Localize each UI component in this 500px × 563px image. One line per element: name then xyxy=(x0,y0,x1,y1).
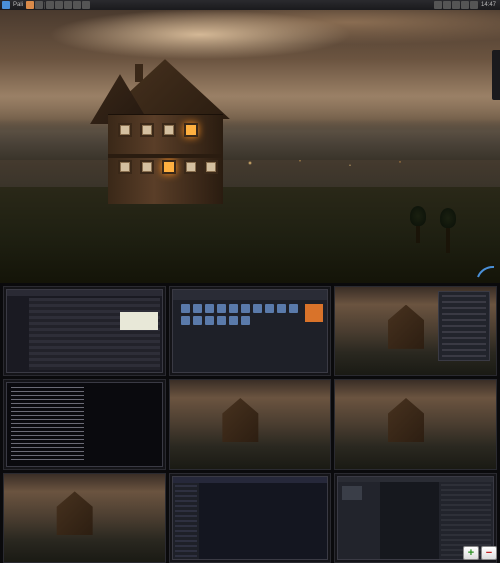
tray-chat-icon[interactable] xyxy=(461,1,469,9)
folder-icon xyxy=(205,304,214,313)
editor-left-panel xyxy=(338,482,380,559)
folder-icon xyxy=(193,316,202,325)
wallpaper-tree xyxy=(416,221,420,243)
workspace-3[interactable] xyxy=(334,286,497,376)
workspace-2[interactable] xyxy=(169,286,332,376)
folder-icon xyxy=(205,316,214,325)
lock-icon[interactable] xyxy=(35,1,43,9)
folder-icon xyxy=(253,304,262,313)
wallpaper-tree xyxy=(446,223,450,253)
ide-editor xyxy=(199,483,328,559)
clock[interactable]: 14:47 xyxy=(479,2,498,8)
browser-tabbar xyxy=(7,290,162,296)
taskbar-icon-4[interactable] xyxy=(73,1,81,9)
terminal-window xyxy=(6,382,163,466)
tray-network-icon[interactable] xyxy=(443,1,451,9)
ide-sidebar xyxy=(173,483,199,559)
folder-icon xyxy=(229,316,238,325)
add-workspace-button[interactable]: + xyxy=(463,546,479,560)
pager-controls: + − xyxy=(463,546,497,560)
folder-icon xyxy=(241,304,250,313)
terminal-output xyxy=(11,387,84,461)
folder-icon xyxy=(289,304,298,313)
taskbar-icon-2[interactable] xyxy=(55,1,63,9)
menu-label[interactable]: Pali xyxy=(11,2,25,8)
context-menu xyxy=(438,291,490,361)
taskbar-icon-5[interactable] xyxy=(82,1,90,9)
folder-icon xyxy=(241,316,250,325)
ide-window xyxy=(172,476,329,560)
workspace-pager xyxy=(0,283,500,563)
panel-left: Pali xyxy=(2,1,90,9)
browser-tooltip xyxy=(120,312,158,330)
browser-window xyxy=(6,289,163,373)
folder-icon xyxy=(181,304,190,313)
filemanager-grid xyxy=(181,304,298,325)
folder-icon xyxy=(217,304,226,313)
panel-right: 14:47 xyxy=(434,1,498,9)
folder-icon xyxy=(181,316,190,325)
wallpaper-ground xyxy=(0,187,500,283)
desktop[interactable] xyxy=(0,10,500,283)
home-icon[interactable] xyxy=(26,1,34,9)
taskbar-icon-3[interactable] xyxy=(64,1,72,9)
wallpaper-house xyxy=(90,59,240,219)
wallpaper-sky xyxy=(0,10,500,133)
tray-update-icon[interactable] xyxy=(434,1,442,9)
separator xyxy=(44,2,45,9)
workspace-8[interactable] xyxy=(169,473,332,563)
browser-sidebar xyxy=(7,296,27,372)
filemanager-selection xyxy=(305,304,323,322)
folder-icon xyxy=(193,304,202,313)
taskbar-icon-1[interactable] xyxy=(46,1,54,9)
workspace-1[interactable] xyxy=(3,286,166,376)
folder-icon xyxy=(229,304,238,313)
workspace-4[interactable] xyxy=(3,379,166,469)
system-monitor-widget[interactable] xyxy=(476,259,496,279)
remove-workspace-button[interactable]: − xyxy=(481,546,497,560)
workspace-6[interactable] xyxy=(334,379,497,469)
filemanager-window xyxy=(172,289,329,373)
browser-content xyxy=(29,298,160,370)
top-panel: Pali 14:47 xyxy=(0,0,500,10)
tray-volume-icon[interactable] xyxy=(452,1,460,9)
editor-canvas xyxy=(380,482,439,559)
workspace-7[interactable] xyxy=(3,473,166,563)
tray-bluetooth-icon[interactable] xyxy=(470,1,478,9)
folder-icon xyxy=(265,304,274,313)
workspace-5[interactable] xyxy=(169,379,332,469)
app-menu-icon[interactable] xyxy=(2,1,10,9)
filemanager-toolbar xyxy=(173,290,328,300)
side-panel-tab[interactable] xyxy=(492,50,500,100)
folder-icon xyxy=(217,316,226,325)
folder-icon xyxy=(277,304,286,313)
